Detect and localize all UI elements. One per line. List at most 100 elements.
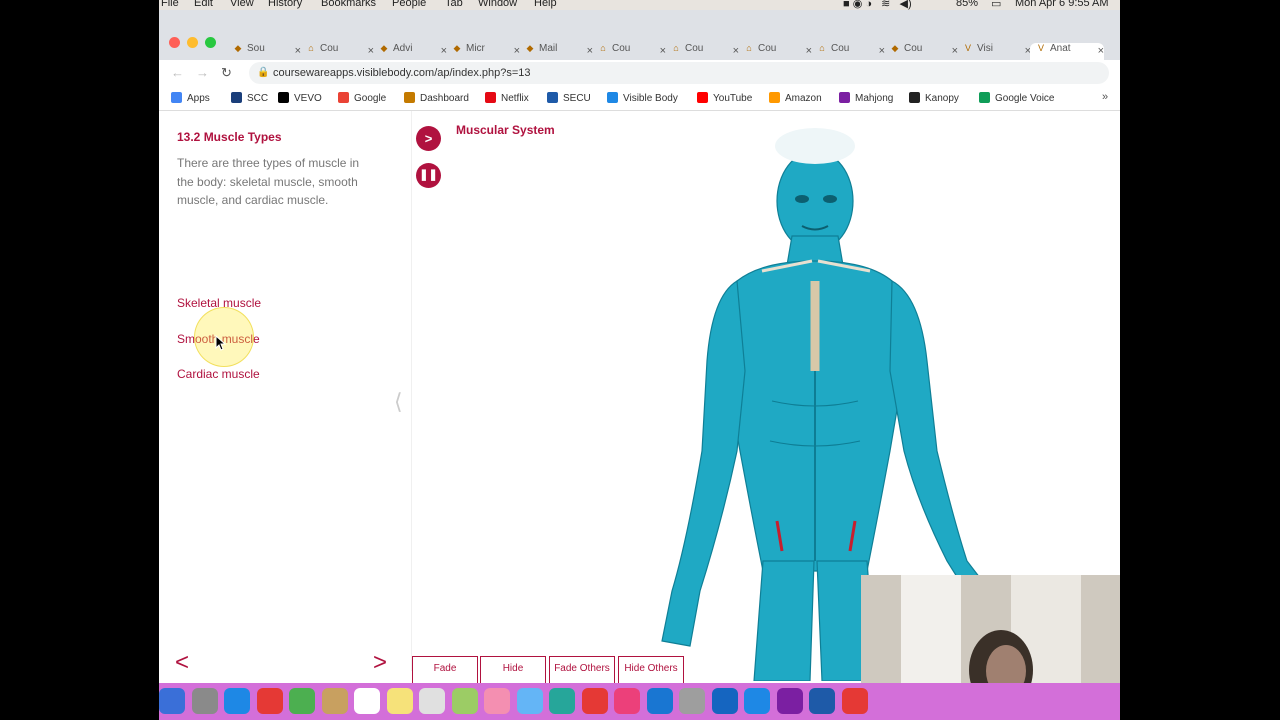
dock-app-icon[interactable] bbox=[841, 688, 868, 714]
bookmark-scc[interactable]: SCC bbox=[231, 92, 268, 104]
house-icon: ⌂ bbox=[819, 43, 825, 54]
dock-app-icon[interactable] bbox=[419, 688, 445, 714]
doc-icon: ◆ bbox=[891, 43, 899, 54]
bookmark-vevo[interactable]: VEVO bbox=[278, 92, 322, 104]
bookmark-youtube[interactable]: YouTube bbox=[697, 92, 752, 104]
dock-app-icon[interactable] bbox=[581, 688, 608, 714]
vb-icon: V bbox=[964, 43, 971, 54]
reload-icon[interactable]: ↻ bbox=[221, 65, 232, 81]
menu-window[interactable]: Window bbox=[478, 0, 517, 9]
menu-edit[interactable]: Edit bbox=[194, 0, 213, 9]
tab-label: Visi bbox=[977, 43, 993, 54]
battery-icon: ▭ bbox=[991, 0, 1002, 10]
bookmark-label: SECU bbox=[563, 93, 591, 104]
url-text: coursewareapps.visiblebody.com/ap/index.… bbox=[273, 67, 531, 79]
dock-app-icon[interactable] bbox=[614, 688, 640, 714]
bookmark-google[interactable]: Google bbox=[338, 92, 386, 104]
dock-app-icon[interactable] bbox=[711, 688, 738, 714]
dock-app-icon[interactable] bbox=[646, 688, 673, 714]
menu-tab[interactable]: Tab bbox=[445, 0, 463, 9]
system-title: Muscular System bbox=[456, 123, 555, 137]
fade-others-button[interactable]: Fade Others bbox=[549, 656, 615, 686]
bookmark-google-voice[interactable]: Google Voice bbox=[979, 92, 1055, 104]
youtube-icon bbox=[697, 92, 708, 103]
bookmark-secu[interactable]: SECU bbox=[547, 92, 591, 104]
forward-icon[interactable]: → bbox=[196, 65, 209, 80]
bookmark-label: Netflix bbox=[501, 93, 529, 104]
dock-app-icon[interactable] bbox=[451, 688, 478, 714]
google-icon bbox=[338, 92, 349, 103]
previous-page-arrow-icon[interactable]: < bbox=[175, 649, 189, 677]
dock-app-icon[interactable] bbox=[289, 688, 315, 714]
bookmark-mahjong[interactable]: Mahjong bbox=[839, 92, 893, 104]
dock-app-icon[interactable] bbox=[484, 688, 510, 714]
house-icon: ⌂ bbox=[746, 43, 752, 54]
more-bookmarks-icon[interactable]: » bbox=[1102, 91, 1108, 103]
menu-people[interactable]: People bbox=[392, 0, 426, 9]
bookmark-netflix[interactable]: Netflix bbox=[485, 92, 529, 104]
tab-label: Cou bbox=[904, 43, 923, 54]
office-icon: ◆ bbox=[453, 43, 461, 54]
dock-app-icon[interactable] bbox=[191, 688, 218, 714]
back-icon[interactable]: ← bbox=[171, 65, 184, 80]
minimize-window-icon[interactable] bbox=[187, 37, 198, 48]
dock-app-icon[interactable] bbox=[256, 688, 283, 714]
screen: File Edit View History Bookmarks People … bbox=[159, 0, 1120, 720]
kanopy-icon bbox=[909, 92, 920, 103]
tab-label: Cou bbox=[685, 43, 704, 54]
dock-app-icon[interactable] bbox=[679, 688, 705, 714]
next-page-arrow-icon[interactable]: > bbox=[373, 649, 387, 677]
dock-app-icon[interactable] bbox=[516, 688, 543, 714]
close-tab-icon[interactable]: × bbox=[1098, 45, 1104, 57]
clock: Mon Apr 6 9:55 AM bbox=[1015, 0, 1109, 9]
status-icons: ■ ◉ ◑ ≋ ◀) bbox=[843, 0, 912, 10]
tab-label: Cou bbox=[831, 43, 850, 54]
zoom-window-icon[interactable] bbox=[205, 37, 216, 48]
tab-label: Anat bbox=[1050, 43, 1071, 54]
menu-view[interactable]: View bbox=[230, 0, 254, 9]
bookmark-label: SCC bbox=[247, 93, 269, 104]
dock-app-icon[interactable] bbox=[224, 688, 250, 714]
bookmark-label: Google Voice bbox=[995, 93, 1055, 104]
bookmark-label: Amazon bbox=[785, 93, 822, 104]
dock-app-icon[interactable] bbox=[776, 688, 803, 714]
netflix-icon bbox=[485, 92, 496, 103]
play-arrow-icon[interactable]: > bbox=[416, 126, 441, 151]
menu-bookmarks[interactable]: Bookmarks bbox=[321, 0, 376, 9]
url-field[interactable]: 🔒 coursewareapps.visiblebody.com/ap/inde… bbox=[249, 62, 1109, 84]
dock-app-icon[interactable] bbox=[549, 688, 575, 714]
fade-button[interactable]: Fade bbox=[412, 656, 478, 686]
dock-app-icon[interactable] bbox=[354, 688, 380, 714]
bookmark-apps[interactable]: Apps bbox=[171, 92, 210, 104]
hide-others-button[interactable]: Hide Others bbox=[618, 656, 684, 686]
bookmark-label: Dashboard bbox=[420, 93, 469, 104]
hide-button[interactable]: Hide bbox=[480, 656, 546, 686]
collapse-panel-icon[interactable]: ⟨ bbox=[394, 389, 403, 415]
lesson-description: There are three types of muscle in the b… bbox=[177, 156, 360, 207]
menu-history[interactable]: History bbox=[268, 0, 302, 9]
bookmark-amazon[interactable]: Amazon bbox=[769, 92, 822, 104]
dock-app-icon[interactable] bbox=[744, 688, 770, 714]
close-window-icon[interactable] bbox=[169, 37, 180, 48]
tab-label: Micr bbox=[466, 43, 485, 54]
dock-app-icon[interactable] bbox=[321, 688, 348, 714]
menu-help[interactable]: Help bbox=[534, 0, 557, 9]
dock-app-icon[interactable] bbox=[386, 688, 413, 714]
house-icon: ⌂ bbox=[308, 43, 314, 54]
pause-icon[interactable]: ❚❚ bbox=[416, 163, 441, 188]
dock-app-icon[interactable] bbox=[809, 688, 835, 714]
bookmark-kanopy[interactable]: Kanopy bbox=[909, 92, 959, 104]
grid-icon bbox=[171, 92, 182, 103]
bookmark-dashboard[interactable]: Dashboard bbox=[404, 92, 469, 104]
tab-label: Cou bbox=[758, 43, 777, 54]
menu-file[interactable]: File bbox=[161, 0, 179, 9]
lock-icon: 🔒 bbox=[257, 67, 270, 78]
dock-app-icon[interactable] bbox=[159, 688, 185, 714]
bookmark-label: VEVO bbox=[294, 93, 322, 104]
mouse-pointer-icon bbox=[215, 335, 227, 351]
cardiac-muscle-link[interactable]: Cardiac muscle bbox=[177, 367, 260, 381]
tab-label: Sou bbox=[247, 43, 265, 54]
app-icon: ◆ bbox=[380, 43, 388, 54]
page: 13.2 Muscle Types There are three types … bbox=[159, 111, 1120, 720]
bookmark-visible-body[interactable]: Visible Body bbox=[607, 92, 678, 104]
